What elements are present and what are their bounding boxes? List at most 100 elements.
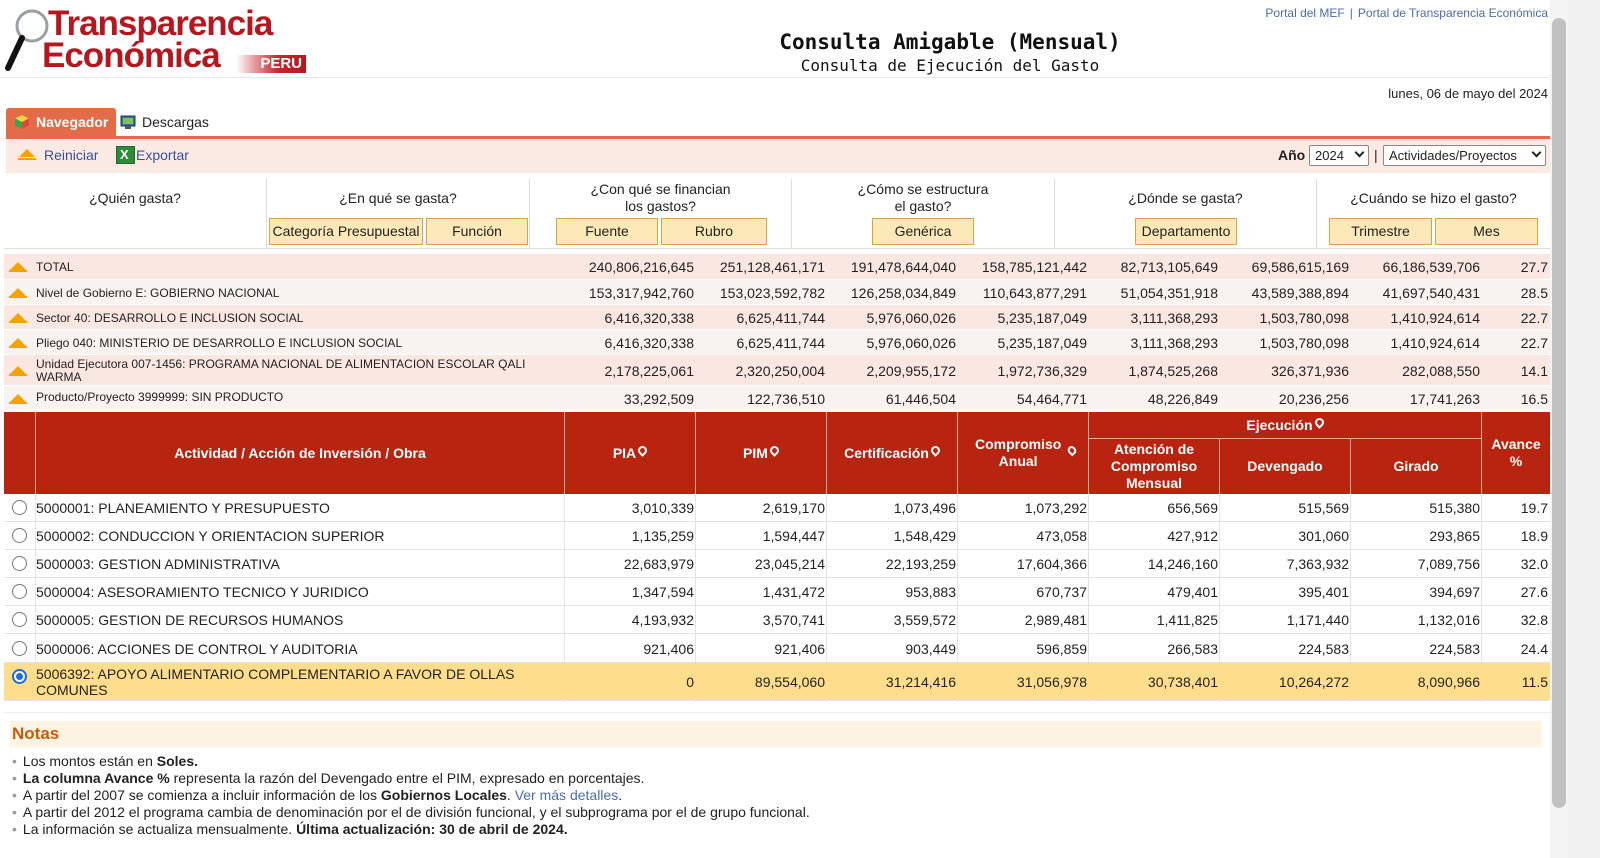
- question-en-que: ¿En qué se gasta? Categoría Presupuestal…: [266, 179, 529, 249]
- row-radio[interactable]: [12, 584, 27, 599]
- row-value: 427,912: [1167, 528, 1218, 544]
- row-value: 23,045,214: [754, 556, 825, 572]
- generica-button[interactable]: Genérica: [872, 218, 974, 245]
- summary-row-pliego[interactable]: Pliego 040: MINISTERIO DE DESARROLLO E I…: [4, 330, 1550, 355]
- info-pin-icon[interactable]: [1066, 444, 1079, 456]
- link-portal-transparencia[interactable]: Portal de Transparencia Económica: [1358, 6, 1548, 20]
- table-row[interactable]: 5000006: ACCIONES DE CONTROL Y AUDITORIA…: [4, 634, 1550, 663]
- logo-text-line2: Económica: [42, 36, 221, 75]
- row-value: 27.6: [1520, 584, 1548, 600]
- tipo-select[interactable]: Actividades/Proyectos: [1383, 145, 1546, 166]
- table-row-selected[interactable]: 5006392: APOYO ALIMENTARIO COMPLEMENTARI…: [4, 663, 1550, 701]
- fuente-button[interactable]: Fuente: [556, 218, 658, 245]
- logo[interactable]: Transparencia Económica PERU: [4, 4, 314, 76]
- question-estructura: ¿Cómo se estructura el gasto? Genérica: [791, 179, 1054, 249]
- reiniciar-button[interactable]: Reiniciar: [44, 147, 98, 163]
- reset-up-arrow-icon: [19, 149, 35, 157]
- categoria-presupuestal-button[interactable]: Categoría Presupuestal: [269, 218, 423, 245]
- row-value: 17,604,366: [1016, 556, 1087, 572]
- question-panel: ¿Quién gasta? ¿En qué se gasta? Categorí…: [4, 179, 1550, 249]
- tab-navegador[interactable]: Navegador: [6, 108, 116, 136]
- header-compromiso[interactable]: Compromiso Anual: [957, 412, 1088, 494]
- table-row[interactable]: 5000004: ASESORAMIENTO TECNICO Y JURIDIC…: [4, 578, 1550, 606]
- question-title: ¿Dónde se gasta?: [1128, 190, 1243, 206]
- row-value: 473,058: [1036, 528, 1087, 544]
- toolbar: Reiniciar X Exportar Año 2024 | Activida…: [6, 139, 1550, 173]
- row-name: 5000002: CONDUCCION Y ORIENTACION SUPERI…: [36, 528, 385, 544]
- info-pin-icon[interactable]: [768, 443, 781, 457]
- summary-row-nivel[interactable]: Nivel de Gobierno E: GOBIERNO NACIONAL 1…: [4, 280, 1550, 305]
- row-radio[interactable]: [12, 556, 27, 571]
- row-radio[interactable]: [12, 612, 27, 627]
- header-compromiso-label: Compromiso Anual: [974, 436, 1062, 469]
- summary-value: 326,371,936: [1271, 363, 1349, 379]
- note-item: • La columna Avance % representa la razón…: [12, 770, 645, 786]
- trimestre-button[interactable]: Trimestre: [1329, 218, 1432, 245]
- ver-mas-detalles-link[interactable]: Ver más detalles: [515, 787, 619, 803]
- row-radio-checked[interactable]: [12, 669, 27, 684]
- question-cuando: ¿Cuándo se hizo el gasto? Trimestre Mes: [1316, 179, 1550, 249]
- chevron-down-icon: [1354, 147, 1365, 158]
- funcion-button[interactable]: Función: [426, 218, 528, 245]
- mes-button[interactable]: Mes: [1435, 218, 1538, 245]
- note-text: La información se actualiza mensualmente…: [22, 821, 297, 837]
- row-radio[interactable]: [12, 641, 27, 656]
- row-radio[interactable]: [12, 500, 27, 515]
- summary-value: 126,258,034,849: [850, 285, 956, 301]
- link-portal-mef[interactable]: Portal del MEF: [1265, 6, 1344, 20]
- table-row[interactable]: 5000002: CONDUCCION Y ORIENTACION SUPERI…: [4, 522, 1550, 550]
- info-pin-icon[interactable]: [636, 443, 650, 457]
- info-pin-icon[interactable]: [1312, 415, 1326, 429]
- summary-value: 48,226,849: [1147, 391, 1218, 407]
- toolbar-separator: |: [1374, 147, 1378, 163]
- note-text: A partir del 2007 se comienza a incluir …: [22, 787, 381, 803]
- table-row[interactable]: 5000005: GESTION DE RECURSOS HUMANOS 4,1…: [4, 606, 1550, 634]
- scrollbar-thumb[interactable]: [1552, 18, 1566, 808]
- summary-value: 251,128,461,171: [719, 259, 825, 275]
- departamento-button[interactable]: Departamento: [1135, 218, 1237, 245]
- question-title: ¿Quién gasta?: [89, 190, 181, 206]
- row-value: 921,406: [643, 641, 694, 657]
- tab-navegador-label: Navegador: [36, 114, 109, 130]
- info-pin-icon[interactable]: [929, 443, 942, 457]
- summary-row-unidad[interactable]: Unidad Ejecutora 007-1456: PROGRAMA NACI…: [4, 355, 1550, 386]
- row-value: 1,171,440: [1286, 612, 1349, 628]
- window-edge: [1568, 0, 1600, 858]
- header-pim[interactable]: PIM: [695, 412, 826, 494]
- summary-label: TOTAL: [36, 260, 74, 274]
- header-ejecucion-label: Ejecución: [1246, 417, 1313, 433]
- summary-row-producto[interactable]: Producto/Proyecto 3999999: SIN PRODUCTO …: [4, 386, 1550, 411]
- summary-label: Producto/Proyecto 3999999: SIN PRODUCTO: [36, 390, 284, 404]
- table-row[interactable]: 5000001: PLANEAMIENTO Y PRESUPUESTO 3,01…: [4, 494, 1550, 522]
- exportar-button[interactable]: Exportar: [136, 147, 189, 163]
- rubro-button[interactable]: Rubro: [661, 218, 767, 245]
- header-ejecucion[interactable]: Ejecución: [1088, 412, 1481, 439]
- question-quien: ¿Quién gasta?: [4, 179, 266, 249]
- summary-row-total[interactable]: TOTAL 240,806,216,645 251,128,461,171 19…: [4, 254, 1550, 280]
- row-name: 5000004: ASESORAMIENTO TECNICO Y JURIDIC…: [36, 584, 369, 600]
- summary-value: 66,186,539,706: [1382, 259, 1480, 275]
- row-value: 1,411,825: [1156, 612, 1218, 628]
- header-certificacion-label: Certificación: [844, 444, 929, 461]
- excel-icon: X: [116, 146, 135, 164]
- row-value: 1,347,594: [631, 584, 694, 600]
- anio-select[interactable]: 2024: [1309, 145, 1369, 166]
- row-radio[interactable]: [12, 528, 27, 543]
- page-subtitle: Consulta de Ejecución del Gasto: [800, 56, 1100, 75]
- header-certificacion[interactable]: Certificación: [826, 412, 957, 494]
- question-donde: ¿Dónde se gasta? Departamento: [1054, 179, 1316, 249]
- header-pia[interactable]: PIA: [564, 412, 695, 494]
- tab-descargas[interactable]: Descargas: [118, 108, 228, 136]
- summary-value: 153,023,592,782: [719, 285, 825, 301]
- table-row[interactable]: 5000003: GESTION ADMINISTRATIVA 22,683,9…: [4, 550, 1550, 578]
- row-value: 3,559,572: [893, 612, 956, 628]
- row-value: 395,401: [1298, 584, 1349, 600]
- header-devengado-label: Devengado: [1247, 458, 1323, 474]
- row-value: 1,073,292: [1024, 500, 1087, 516]
- header-atencion-label: Atención de Compromiso Mensual: [1110, 441, 1198, 491]
- note-item: • A partir del 2012 el programa cambia de…: [12, 804, 810, 820]
- tab-descargas-label: Descargas: [142, 114, 209, 130]
- summary-row-sector[interactable]: Sector 40: DESARROLLO E INCLUSION SOCIAL…: [4, 305, 1550, 330]
- row-value: 22,683,979: [623, 556, 694, 572]
- row-name: 5000005: GESTION DE RECURSOS HUMANOS: [36, 612, 344, 628]
